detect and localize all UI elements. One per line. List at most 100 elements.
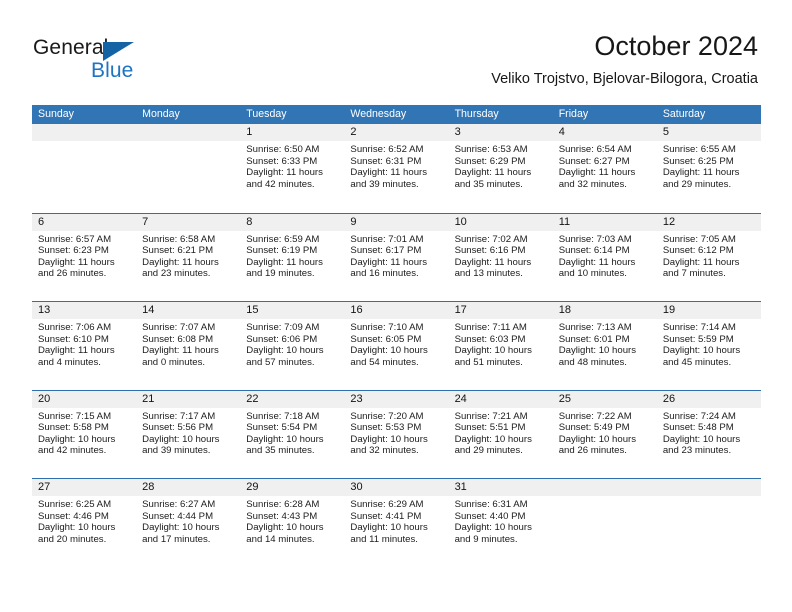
calendar-day-cell[interactable]: 26 Sunrise: 7:24 AM Sunset: 5:48 PM Dayligh…: [656, 390, 761, 479]
day-number-band: 13: [32, 302, 137, 319]
day-number-band: 22: [240, 390, 345, 408]
sunset-text: Sunset: 5:51 PM: [454, 422, 526, 434]
sunrise-text: Sunrise: 7:13 AM: [558, 322, 632, 333]
day-number-band: 10: [448, 213, 553, 231]
calendar-day-cell[interactable]: 20 Sunrise: 7:15 AM Sunset: 5:58 PM Dayligh…: [32, 390, 137, 479]
day-sun-info: Sunrise: 6:58 AM Sunset: 6:21 PM Daylight:…: [136, 231, 240, 280]
weekday-tuesday: Tuesday: [246, 108, 287, 120]
calendar-day-cell[interactable]: 19 Sunrise: 7:14 AM Sunset: 5:59 PM Dayligh…: [656, 302, 761, 390]
calendar-day-cell[interactable]: 8 Sunrise: 6:59 AM Sunset: 6:19 PM Daylight…: [240, 213, 345, 302]
calendar-day-cell[interactable]: 16 Sunrise: 7:10 AM Sunset: 6:05 PM Dayligh…: [344, 302, 449, 390]
day-number: 11: [558, 215, 571, 228]
sunrise-text: Sunrise: 7:24 AM: [662, 410, 736, 422]
calendar-day-cell[interactable]: 21 Sunrise: 7:17 AM Sunset: 5:56 PM Dayligh…: [136, 390, 241, 479]
day-number-band: 21: [136, 390, 241, 408]
calendar-day-cell[interactable]: 9 Sunrise: 7:01 AM Sunset: 6:17 PM Daylight…: [344, 213, 449, 302]
sunset-text: Sunset: 5:56 PM: [142, 422, 214, 434]
daylight-text-line2: and 23 minutes.: [662, 445, 732, 457]
calendar-day-cell[interactable]: 14 Sunrise: 7:07 AM Sunset: 6:08 PM Dayligh…: [136, 302, 241, 390]
sunrise-text: Sunrise: 7:03 AM: [558, 233, 632, 245]
calendar-day-cell[interactable]: 13 Sunrise: 7:06 AM Sunset: 6:10 PM Dayligh…: [32, 302, 137, 390]
day-number-band: 23: [344, 390, 449, 408]
day-sun-info: Sunrise: 7:02 AM Sunset: 6:16 PM Daylight:…: [449, 231, 553, 280]
day-number-band: 15: [240, 302, 345, 319]
calendar-day-cell[interactable]: 6 Sunrise: 6:57 AM Sunset: 6:23 PM Daylight…: [32, 213, 137, 302]
day-sun-info: Sunrise: 7:06 AM Sunset: 6:10 PM Daylight:…: [32, 319, 136, 368]
daylight-text-line1: Daylight: 11 hours: [454, 256, 532, 268]
daylight-text-line1: Daylight: 10 hours: [350, 522, 428, 534]
daylight-text-line2: and 39 minutes.: [142, 445, 211, 457]
calendar-day-cell[interactable]: 7 Sunrise: 6:58 AM Sunset: 6:21 PM Daylight…: [136, 213, 241, 302]
daylight-text-line2: and 14 minutes.: [246, 533, 315, 545]
calendar-week-row: 27 Sunrise: 6:25 AM Sunset: 4:46 PM Dayligh…: [32, 478, 761, 567]
sunrise-text: Sunrise: 7:18 AM: [246, 410, 320, 422]
calendar-day-cell[interactable]: 3 Sunrise: 6:53 AM Sunset: 6:29 PM Daylight…: [448, 124, 553, 213]
day-sun-info: Sunrise: 7:14 AM Sunset: 5:59 PM Daylight:…: [657, 319, 761, 368]
sunrise-text: Sunrise: 7:21 AM: [454, 410, 528, 422]
general-blue-logo[interactable]: General Blue: [33, 36, 233, 88]
calendar-day-cell[interactable]: 23 Sunrise: 7:20 AM Sunset: 5:53 PM Dayligh…: [344, 390, 449, 479]
day-number: 3: [454, 126, 461, 138]
calendar-day-cell[interactable]: 30 Sunrise: 6:29 AM Sunset: 4:41 PM Dayligh…: [344, 479, 449, 567]
weekday-thursday: Thursday: [454, 108, 499, 120]
daylight-text-line2: and 13 minutes.: [454, 268, 523, 280]
page-title: October 2024: [594, 31, 758, 61]
calendar-day-cell[interactable]: 10 Sunrise: 7:02 AM Sunset: 6:16 PM Dayligh…: [448, 213, 553, 302]
day-number-band: 5: [656, 124, 761, 141]
calendar-day-cell[interactable]: 11 Sunrise: 7:03 AM Sunset: 6:14 PM Dayligh…: [552, 213, 657, 302]
day-number: 27: [38, 481, 51, 493]
daylight-text-line1: Daylight: 11 hours: [38, 256, 115, 268]
day-number: 28: [142, 481, 155, 493]
daylight-text-line2: and 11 minutes.: [350, 533, 418, 545]
daylight-text-line1: Daylight: 10 hours: [662, 345, 741, 357]
calendar-day-cell[interactable]: 24 Sunrise: 7:21 AM Sunset: 5:51 PM Dayligh…: [448, 390, 553, 479]
daylight-text-line1: Daylight: 11 hours: [142, 345, 219, 357]
day-number-band: 11: [552, 213, 657, 231]
day-number-band: [656, 479, 761, 496]
day-sun-info: Sunrise: 6:52 AM Sunset: 6:31 PM Daylight:…: [344, 141, 448, 190]
calendar-day-cell[interactable]: 22 Sunrise: 7:18 AM Sunset: 5:54 PM Dayligh…: [240, 390, 345, 479]
sunset-text: Sunset: 6:16 PM: [454, 245, 526, 257]
calendar-day-cell[interactable]: 31 Sunrise: 6:31 AM Sunset: 4:40 PM Dayligh…: [448, 479, 553, 567]
calendar-day-cell[interactable]: 29 Sunrise: 6:28 AM Sunset: 4:43 PM Dayligh…: [240, 479, 345, 567]
day-sun-info: Sunrise: 6:55 AM Sunset: 6:25 PM Daylight:…: [657, 141, 761, 190]
day-number-band: 28: [136, 479, 241, 496]
sunrise-text: Sunrise: 7:10 AM: [350, 322, 424, 333]
daylight-text-line2: and 7 minutes.: [662, 268, 726, 280]
sunrise-text: Sunrise: 7:14 AM: [662, 322, 736, 333]
sunset-text: Sunset: 5:58 PM: [38, 422, 109, 434]
daylight-text-line1: Daylight: 11 hours: [558, 167, 636, 179]
daylight-text-line2: and 19 minutes.: [246, 268, 315, 280]
sunrise-text: Sunrise: 6:53 AM: [454, 144, 528, 155]
calendar-week-row: 20 Sunrise: 7:15 AM Sunset: 5:58 PM Dayligh…: [32, 389, 761, 479]
calendar-day-cell[interactable]: 25 Sunrise: 7:22 AM Sunset: 5:49 PM Dayligh…: [552, 390, 657, 479]
calendar-day-cell[interactable]: 28 Sunrise: 6:27 AM Sunset: 4:44 PM Dayligh…: [136, 479, 241, 567]
calendar-day-cell[interactable]: 17 Sunrise: 7:11 AM Sunset: 6:03 PM Dayligh…: [448, 302, 553, 390]
daylight-text-line2: and 20 minutes.: [38, 533, 107, 545]
calendar-day-cell[interactable]: 5 Sunrise: 6:55 AM Sunset: 6:25 PM Daylight…: [656, 124, 761, 213]
day-number-band: 7: [136, 213, 241, 231]
calendar-day-cell[interactable]: 27 Sunrise: 6:25 AM Sunset: 4:46 PM Dayligh…: [32, 479, 137, 567]
daylight-text-line1: Daylight: 11 hours: [662, 256, 740, 268]
sunrise-text: Sunrise: 7:20 AM: [350, 410, 424, 422]
calendar-day-cell[interactable]: 4 Sunrise: 6:54 AM Sunset: 6:27 PM Daylight…: [552, 124, 657, 213]
calendar-day-cell[interactable]: 18 Sunrise: 7:13 AM Sunset: 6:01 PM Dayligh…: [552, 302, 657, 390]
calendar-day-cell[interactable]: 1 Sunrise: 6:50 AM Sunset: 6:33 PM Daylight…: [240, 124, 345, 213]
calendar-day-cell[interactable]: 15 Sunrise: 7:09 AM Sunset: 6:06 PM Dayligh…: [240, 302, 345, 390]
sunrise-text: Sunrise: 6:28 AM: [246, 499, 320, 510]
daylight-text-line1: Daylight: 10 hours: [454, 522, 532, 534]
calendar-day-cell[interactable]: 2 Sunrise: 6:52 AM Sunset: 6:31 PM Daylight…: [344, 124, 449, 213]
sunrise-text: Sunrise: 7:11 AM: [454, 322, 527, 333]
sunset-text: Sunset: 6:27 PM: [558, 155, 630, 167]
calendar-day-cell[interactable]: 12 Sunrise: 7:05 AM Sunset: 6:12 PM Dayligh…: [656, 213, 761, 302]
day-number-band: [552, 479, 657, 496]
day-number: 9: [350, 215, 357, 228]
day-sun-info: Sunrise: 7:20 AM Sunset: 5:53 PM Daylight:…: [344, 408, 448, 457]
daylight-text-line1: Daylight: 10 hours: [246, 433, 324, 445]
daylight-text-line2: and 26 minutes.: [558, 445, 627, 457]
day-number-band: 14: [136, 302, 241, 319]
weekday-sunday: Sunday: [38, 108, 74, 120]
daylight-text-line1: Daylight: 11 hours: [38, 345, 115, 357]
sunrise-text: Sunrise: 6:31 AM: [454, 499, 528, 510]
day-sun-info: Sunrise: 6:53 AM Sunset: 6:29 PM Daylight:…: [449, 141, 553, 190]
